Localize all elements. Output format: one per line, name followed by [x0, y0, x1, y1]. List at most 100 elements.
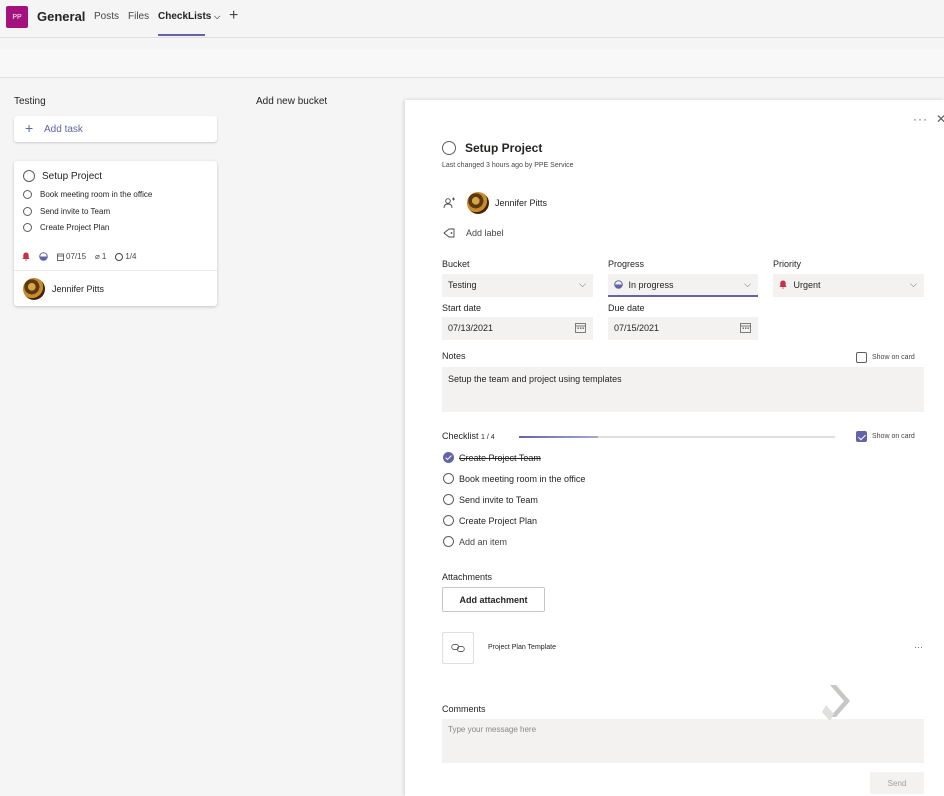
link-icon [442, 632, 474, 664]
calendar-icon[interactable] [740, 322, 751, 333]
notes-show-on-card[interactable]: Show on card [856, 352, 915, 363]
due-date-field[interactable]: 07/15/2021 [608, 317, 758, 340]
start-date-label: Start date [442, 303, 482, 313]
checklist-item-label[interactable]: Create Project Plan [459, 516, 537, 526]
card-checklist-item[interactable]: Book meeting room in the office [23, 190, 152, 199]
comment-input[interactable]: Type your message here [442, 719, 924, 763]
progress-label: Progress [608, 259, 645, 269]
comments-label: Comments [442, 704, 486, 714]
checklist-label: Checklist [442, 431, 479, 441]
top-bar: PP General Posts Files CheckLists ⌵ + [0, 0, 944, 38]
plus-icon: + [25, 120, 34, 136]
card-checklist-label: Send invite to Team [40, 207, 111, 216]
checklist-item-label[interactable]: Book meeting room in the office [459, 474, 585, 484]
checkbox-circle-icon[interactable] [443, 473, 454, 484]
show-on-card-checkbox[interactable] [856, 431, 867, 442]
show-on-card-checkbox[interactable] [856, 352, 867, 363]
assignee-name: Jennifer Pitts [495, 198, 548, 208]
tab-checklists[interactable]: CheckLists ⌵ [158, 11, 220, 22]
send-button[interactable]: Send [870, 772, 924, 794]
checklist-item-label[interactable]: Send invite to Team [459, 495, 538, 505]
close-icon[interactable]: ✕ [936, 112, 944, 126]
watermark-logo-icon [822, 685, 850, 721]
chevron-down-icon: ⌵ [744, 279, 751, 289]
in-progress-icon [614, 280, 623, 289]
show-on-card-label: Show on card [872, 354, 915, 361]
chevron-down-icon: ⌵ [579, 279, 586, 289]
bucket-title[interactable]: Testing [14, 96, 46, 107]
due-date-value: 07/15/2021 [614, 323, 660, 333]
add-checklist-item[interactable]: Add an item [443, 536, 507, 547]
card-assignee[interactable]: Jennifer Pitts [23, 278, 104, 300]
notes-label: Notes [442, 351, 466, 361]
complete-task-icon[interactable] [23, 170, 35, 182]
task-detail-panel: ··· ✕ Setup Project Last changed 3 hours… [405, 100, 944, 796]
start-date-value: 07/13/2021 [448, 323, 494, 333]
add-label-text: Add label [466, 228, 504, 238]
task-card[interactable]: Setup Project Book meeting room in the o… [14, 161, 217, 306]
team-avatar[interactable]: PP [6, 6, 28, 28]
urgent-bell-icon [779, 280, 787, 289]
card-checklist-label: Create Project Plan [40, 223, 110, 232]
avatar [467, 192, 489, 214]
add-task-label: Add task [44, 124, 83, 135]
checklist-item[interactable]: Book meeting room in the office [443, 473, 585, 484]
attachment-count: 1 [101, 252, 107, 261]
divider [14, 270, 217, 271]
checkbox-circle-icon[interactable] [23, 190, 32, 199]
more-options-icon[interactable]: ··· [913, 112, 928, 126]
checkbox-circle-icon[interactable] [443, 515, 454, 526]
add-label-button[interactable]: Add label [443, 228, 504, 238]
card-checklist-item[interactable]: Create Project Plan [23, 223, 109, 232]
active-tab-indicator [158, 34, 205, 36]
checklist-item[interactable]: Create Project Team [443, 452, 541, 463]
checklist-progress-bar [519, 436, 835, 438]
last-changed-text: Last changed 3 hours ago by PPE Service [442, 162, 574, 169]
attachment-more-icon[interactable]: ··· [914, 642, 923, 652]
checkbox-circle-icon[interactable] [443, 494, 454, 505]
notes-textarea[interactable]: Setup the team and project using templat… [442, 367, 924, 412]
attachments-label: Attachments [442, 572, 493, 582]
checked-circle-icon[interactable] [443, 452, 454, 463]
checklist-item[interactable]: Send invite to Team [443, 494, 538, 505]
checkbox-circle-icon[interactable] [23, 223, 32, 232]
attachment-name[interactable]: Project Plan Template [488, 644, 556, 651]
add-task-button[interactable]: + Add task [14, 116, 217, 142]
checkbox-circle-icon[interactable] [23, 207, 32, 216]
chevron-down-icon: ⌵ [910, 279, 917, 289]
due-date-label: Due date [608, 303, 645, 313]
priority-value: Urgent [793, 280, 821, 290]
bucket-dropdown[interactable]: Testing ⌵ [442, 274, 593, 297]
tab-posts[interactable]: Posts [94, 11, 119, 22]
start-date-field[interactable]: 07/13/2021 [442, 317, 593, 340]
card-checklist-item[interactable]: Send invite to Team [23, 207, 110, 216]
tab-files[interactable]: Files [128, 11, 149, 22]
checkbox-circle-icon [443, 536, 454, 547]
add-item-placeholder[interactable]: Add an item [459, 537, 507, 547]
add-attachment-button[interactable]: Add attachment [442, 587, 545, 612]
progress-dropdown[interactable]: In progress ⌵ [608, 274, 758, 297]
add-bucket-button[interactable]: Add new bucket [256, 96, 327, 107]
tag-icon [443, 228, 455, 238]
assignee-row[interactable]: Jennifer Pitts [443, 192, 547, 214]
show-on-card-label: Show on card [872, 433, 915, 440]
check-circle-icon [115, 252, 124, 261]
bucket-label: Bucket [442, 259, 470, 269]
checklist-badge: 1/4 [115, 252, 136, 261]
checklist-show-on-card[interactable]: Show on card [856, 431, 915, 442]
task-title[interactable]: Setup Project [465, 141, 542, 155]
checklist-progress-fill [519, 436, 598, 438]
card-meta: 07/15 ⌀ 1 1/4 [22, 252, 136, 261]
priority-dropdown[interactable]: Urgent ⌵ [773, 274, 924, 297]
calendar-icon[interactable] [575, 322, 586, 333]
complete-task-icon[interactable] [442, 141, 456, 155]
progress-value: In progress [628, 280, 674, 290]
card-title-row: Setup Project [23, 170, 102, 182]
team-name[interactable]: General [37, 9, 85, 24]
checklist-item[interactable]: Create Project Plan [443, 515, 537, 526]
checklist-item-label[interactable]: Create Project Team [459, 453, 541, 463]
add-tab-button[interactable]: + [229, 7, 238, 25]
due-date-badge: 07/15 [57, 252, 86, 261]
calendar-icon [57, 253, 64, 261]
priority-label: Priority [773, 259, 802, 269]
